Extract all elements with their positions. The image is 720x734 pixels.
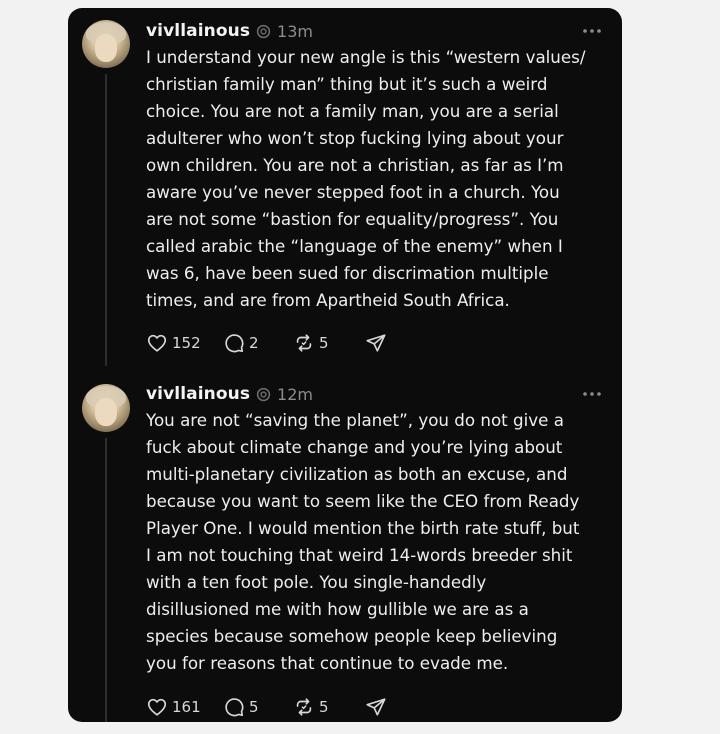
text-line: are not some “bastion for equality/progr… (146, 209, 559, 229)
threads-screenshot: vivllainous 13m I understand your new an… (68, 8, 622, 722)
text-line: aware you’ve never stepped foot in a chu… (146, 182, 560, 202)
comment-icon (223, 332, 245, 354)
text-line: You are not “saving the planet”, you do … (146, 410, 564, 430)
post-actions: 161 5 5 (146, 694, 387, 720)
text-line: disillusioned me with how gullible we ar… (146, 599, 529, 619)
reply-count: 2 (249, 334, 259, 352)
post-header: vivllainous 13m (146, 19, 313, 43)
timestamp: 12m (277, 384, 313, 404)
text-line: you for reasons that continue to evade m… (146, 653, 509, 673)
share-button[interactable] (365, 332, 387, 354)
text-line: christian family man” thing but it’s suc… (146, 74, 548, 94)
repost-icon (293, 696, 315, 718)
threads-badge-icon (256, 24, 271, 39)
more-options-icon[interactable] (582, 28, 602, 34)
heart-icon (146, 696, 168, 718)
avatar[interactable] (82, 20, 130, 68)
like-button[interactable]: 152 (146, 332, 223, 354)
text-line: called arabic the “language of the enemy… (146, 236, 563, 256)
text-line: because you want to seem like the CEO fr… (146, 491, 580, 511)
share-icon (365, 696, 387, 718)
repost-icon (293, 332, 315, 354)
more-options-icon[interactable] (582, 391, 602, 397)
repost-button[interactable]: 5 (293, 696, 365, 718)
timestamp: 13m (277, 21, 313, 41)
post-text: You are not “saving the planet”, you do … (146, 407, 612, 677)
post-header: vivllainous 12m (146, 382, 313, 406)
text-line: choice. You are not a family man, you ar… (146, 101, 559, 121)
post-actions: 152 2 5 (146, 330, 387, 356)
repost-count: 5 (319, 334, 329, 352)
text-line: I am not touching that weird 14-words br… (146, 545, 573, 565)
text-line: adulterer who won’t stop fucking lying a… (146, 128, 564, 148)
reply-button[interactable]: 2 (223, 332, 293, 354)
like-count: 161 (172, 698, 201, 716)
text-line: was 6, have been sued for discrimation m… (146, 263, 549, 283)
share-icon (365, 332, 387, 354)
text-line: with a ten foot pole. You single-handedl… (146, 572, 487, 592)
repost-count: 5 (319, 698, 329, 716)
text-line: multi-planetary civilization as both an … (146, 464, 568, 484)
reply-button[interactable]: 5 (223, 696, 293, 718)
text-line: species because somehow people keep beli… (146, 626, 558, 646)
username[interactable]: vivllainous (146, 21, 250, 41)
like-button[interactable]: 161 (146, 696, 223, 718)
comment-icon (223, 696, 245, 718)
repost-button[interactable]: 5 (293, 332, 365, 354)
username[interactable]: vivllainous (146, 384, 250, 404)
text-line: fuck about climate change and you’re lyi… (146, 437, 563, 457)
post-2: vivllainous 12m You are not “saving the … (68, 374, 622, 722)
text-line: times, and are from Apartheid South Afri… (146, 290, 510, 310)
share-button[interactable] (365, 696, 387, 718)
text-line: I understand your new angle is this “wes… (146, 47, 586, 67)
thread-connector-line (105, 74, 107, 366)
post-1: vivllainous 13m I understand your new an… (68, 8, 622, 378)
text-line: own children. You are not a christian, a… (146, 155, 564, 175)
post-text: I understand your new angle is this “wes… (146, 44, 612, 314)
avatar[interactable] (82, 384, 130, 432)
like-count: 152 (172, 334, 201, 352)
thread-connector-line (105, 438, 107, 722)
text-line: Player One. I would mention the birth ra… (146, 518, 580, 538)
threads-badge-icon (256, 387, 271, 402)
heart-icon (146, 332, 168, 354)
reply-count: 5 (249, 698, 259, 716)
